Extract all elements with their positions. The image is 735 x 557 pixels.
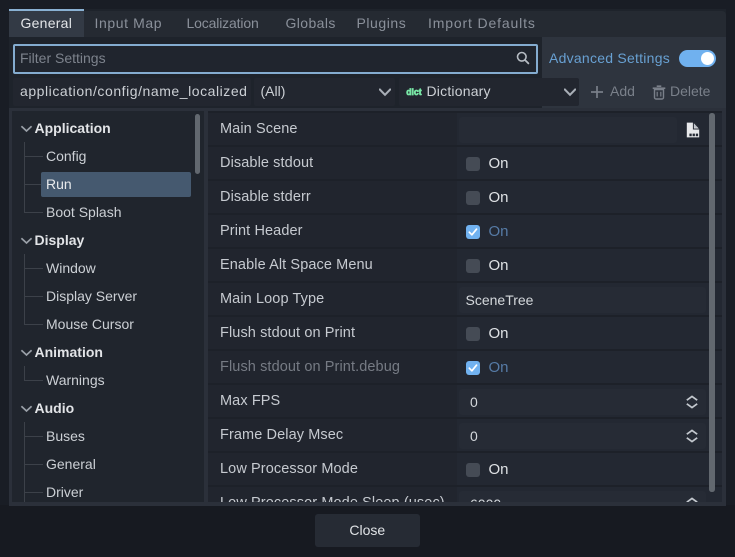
svg-text:dict: dict	[406, 87, 422, 97]
